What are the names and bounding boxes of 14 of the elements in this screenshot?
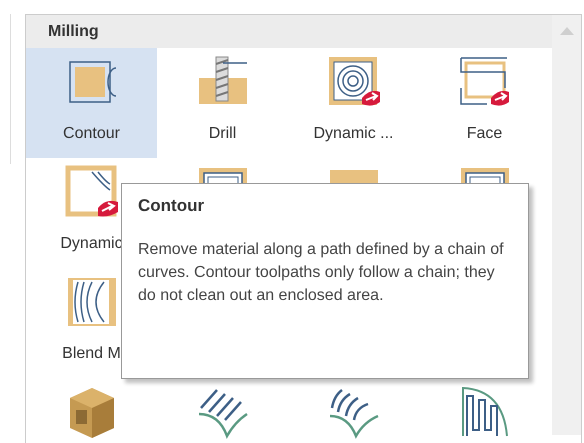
tooltip-title: Contour — [138, 196, 206, 216]
scrollbar[interactable] — [552, 15, 581, 435]
toolpath-tile[interactable]: Face — [419, 48, 550, 158]
toolpath-tile[interactable]: Drill — [157, 48, 288, 158]
panel-title: Milling — [48, 22, 99, 40]
tile-label: Face — [466, 125, 502, 143]
tile-label: Dynamic ... — [313, 125, 394, 143]
toolpath-tile[interactable]: Dynamic ... — [288, 48, 419, 158]
tile-label: Dynamic — [60, 235, 123, 253]
tile-label: Contour — [63, 125, 120, 143]
toolpath-tile[interactable]: Contour — [26, 48, 157, 158]
tile-label: Blend M — [62, 345, 121, 363]
tile-label: Drill — [208, 125, 236, 143]
tooltip-text: Remove material along a path defined by a chain of curves. Contour toolpaths only follow a chain; they do not clean out an enclosed area. — [138, 240, 505, 306]
